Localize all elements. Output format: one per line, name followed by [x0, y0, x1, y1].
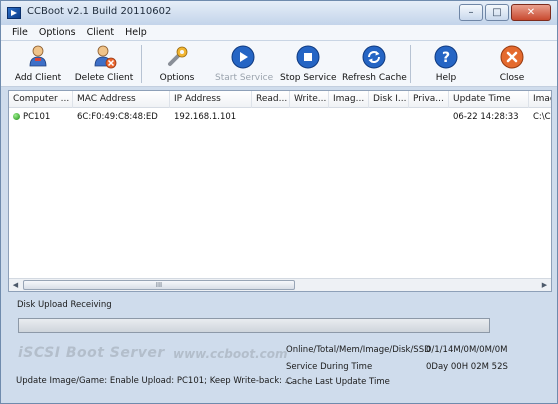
stat-value: 0Day 00H 02M 52S — [426, 362, 508, 372]
close-window-button[interactable]: ✕ — [511, 4, 551, 21]
maximize-button[interactable]: □ — [485, 4, 509, 21]
scroll-right-icon[interactable]: ▶ — [538, 279, 551, 291]
client-list[interactable]: Computer ... MAC Address IP Address Read… — [8, 90, 552, 292]
refresh-icon — [362, 45, 386, 69]
mac-cell: 6C:F0:49:C8:48:ED — [77, 112, 158, 122]
list-header: Computer ... MAC Address IP Address Read… — [9, 91, 551, 108]
scrollbar-thumb[interactable]: III — [23, 280, 295, 290]
close-icon — [500, 45, 524, 69]
window-title: CCBoot v2.1 Build 20110602 — [27, 6, 172, 17]
toolbar-separator — [141, 45, 142, 83]
user-delete-icon — [94, 45, 117, 69]
start-service-button[interactable]: Start Service — [215, 41, 274, 87]
title-bar[interactable]: CCBoot v2.1 Build 20110602 – □ ✕ — [1, 1, 557, 25]
menu-bar: File Options Client Help — [1, 25, 557, 41]
stat-label: Cache Last Update Time — [286, 377, 390, 387]
column-header[interactable]: Read... — [252, 91, 290, 108]
menu-file[interactable]: File — [7, 25, 34, 40]
horizontal-scrollbar[interactable]: ◀ III ▶ — [9, 278, 551, 291]
svg-text:?: ? — [442, 50, 450, 66]
toolbar-separator — [410, 45, 411, 83]
column-header[interactable]: IP Address — [170, 91, 252, 108]
ip-cell: 192.168.1.101 — [174, 112, 237, 122]
close-button[interactable]: Close — [491, 41, 533, 87]
help-label: Help — [435, 73, 457, 83]
column-header[interactable]: Write... — [290, 91, 329, 108]
brand-name: iSCSI Boot Server — [18, 345, 165, 361]
app-icon — [7, 7, 21, 19]
brand-url: www.ccboot.com — [173, 347, 288, 361]
close-label: Close — [499, 73, 525, 83]
start-service-label: Start Service — [215, 73, 274, 83]
help-button[interactable]: ? Help — [425, 41, 467, 87]
upload-progress-bar — [18, 318, 490, 333]
user-add-icon — [29, 45, 47, 67]
app-window: CCBoot v2.1 Build 20110602 – □ ✕ File Op… — [0, 0, 558, 404]
column-header[interactable]: Computer ... — [9, 91, 73, 108]
stop-service-label: Stop Service — [280, 73, 337, 83]
stop-icon — [296, 45, 320, 69]
add-client-label: Add Client — [14, 73, 62, 83]
wrench-icon — [168, 46, 188, 66]
options-button[interactable]: Options — [151, 41, 203, 87]
add-client-button[interactable]: Add Client — [9, 41, 67, 87]
image-cell: C:\C — [533, 112, 551, 122]
column-header[interactable]: MAC Address — [73, 91, 170, 108]
stop-service-button[interactable]: Stop Service — [280, 41, 337, 87]
minimize-button[interactable]: – — [459, 4, 483, 21]
status-panel: Disk Upload Receiving iSCSI Boot Server … — [8, 295, 552, 401]
column-header[interactable]: Priva... — [409, 91, 449, 108]
upload-label: Disk Upload Receiving — [17, 300, 112, 310]
table-row[interactable]: PC101 6C:F0:49:C8:48:ED 192.168.1.101 06… — [9, 109, 551, 125]
computer-name: PC101 — [23, 112, 51, 122]
column-header[interactable]: Update Time — [449, 91, 529, 108]
menu-client[interactable]: Client — [82, 25, 121, 40]
stat-value: 0/1/14M/0M/0M/0M — [426, 345, 508, 355]
delete-client-button[interactable]: Delete Client — [71, 41, 137, 87]
refresh-cache-label: Refresh Cache — [342, 73, 407, 83]
options-label: Options — [159, 73, 195, 83]
refresh-cache-button[interactable]: Refresh Cache — [342, 41, 407, 87]
online-status-icon — [13, 113, 20, 120]
menu-options[interactable]: Options — [34, 25, 82, 40]
update-time-cell: 06-22 14:28:33 — [453, 112, 519, 122]
toolbar: Add Client Delete Client Options Start S… — [1, 41, 557, 87]
column-header[interactable]: Imag... — [329, 91, 369, 108]
help-icon: ? — [434, 45, 458, 69]
column-header[interactable]: Imag — [529, 91, 551, 108]
play-icon — [231, 45, 255, 69]
computer-cell: PC101 — [9, 109, 73, 125]
delete-client-label: Delete Client — [74, 73, 134, 83]
stat-label: Online/Total/Mem/Image/Disk/SSD — [286, 345, 431, 355]
stat-label: Service During Time — [286, 362, 373, 372]
update-note: Update Image/Game: Enable Upload: PC101;… — [16, 376, 293, 386]
scroll-left-icon[interactable]: ◀ — [9, 279, 22, 291]
column-header[interactable]: Disk I... — [369, 91, 409, 108]
menu-help[interactable]: Help — [120, 25, 153, 40]
